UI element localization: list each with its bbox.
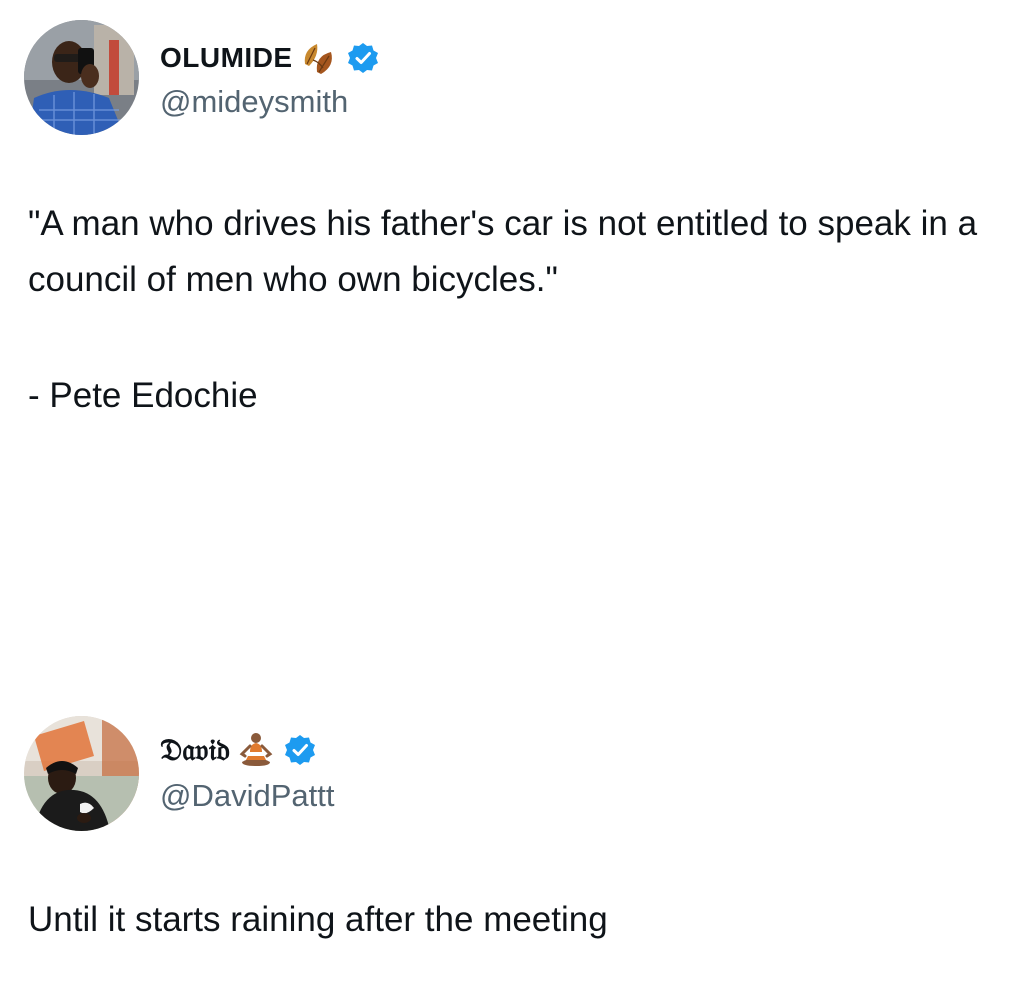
person-in-lotus-position-icon — [236, 730, 276, 770]
avatar[interactable] — [24, 716, 139, 831]
display-name-row: OLUMIDE — [160, 38, 379, 78]
verified-badge-icon — [284, 734, 316, 766]
display-name-row: 𝔇𝔞𝔳𝔦𝔡 — [160, 730, 316, 770]
tweet-text-reply: Until it starts raining after the meetin… — [28, 900, 608, 939]
tweet-text-attribution: - Pete Edochie — [28, 376, 258, 415]
user-handle[interactable]: @mideysmith — [160, 84, 348, 120]
tweet-text: "A man who drives his father's car is no… — [28, 196, 998, 424]
tweet-text: Until it starts raining after the meetin… — [28, 892, 998, 948]
display-name[interactable]: 𝔇𝔞𝔳𝔦𝔡 — [160, 733, 230, 768]
avatar[interactable] — [24, 20, 139, 135]
tweet-text-quote: "A man who drives his father's car is no… — [28, 204, 978, 299]
fallen-leaf-icon — [299, 38, 339, 78]
avatar-photo-icon — [24, 716, 139, 831]
verified-badge-icon — [347, 42, 379, 74]
user-handle[interactable]: @DavidPattt — [160, 778, 334, 814]
avatar-photo-icon — [24, 20, 139, 135]
display-name[interactable]: OLUMIDE — [160, 42, 293, 74]
